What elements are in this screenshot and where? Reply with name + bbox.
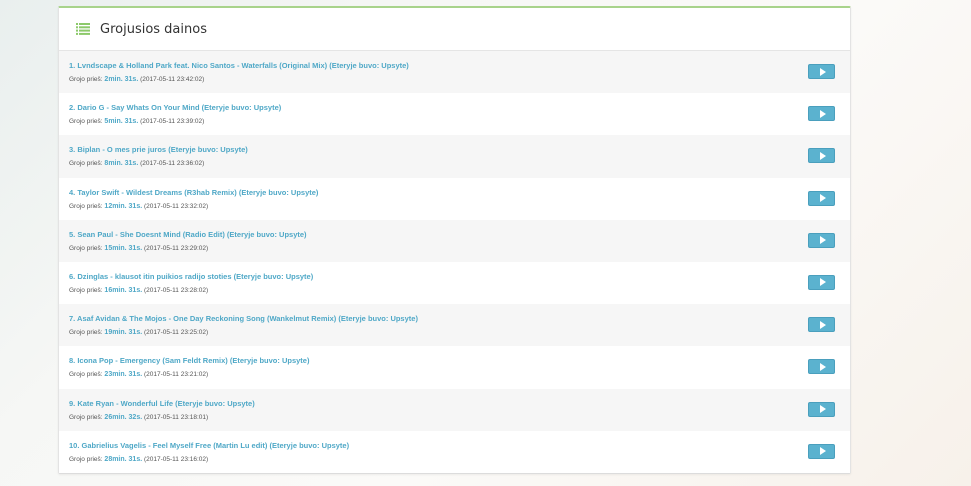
song-title-link[interactable]: 4. Taylor Swift - Wildest Dreams (R3hab …	[69, 188, 318, 197]
songs-list: 1. Lvndscape & Holland Park feat. Nico S…	[59, 51, 850, 473]
played-timestamp: (2017-05-11 23:16:02)	[143, 455, 209, 463]
song-row: 2. Dario G - Say Whats On Your Mind (Ete…	[59, 93, 850, 136]
played-timestamp: (2017-05-11 23:36:02)	[140, 160, 205, 168]
played-before-label: Grojo prieš:	[69, 76, 103, 83]
play-button[interactable]	[808, 64, 835, 79]
song-title-link[interactable]: 10. Gabrielius Vagelis - Feel Myself Fre…	[69, 441, 349, 450]
play-icon	[819, 67, 826, 76]
play-icon	[819, 278, 826, 287]
played-before-label: Grojo prieš:	[69, 371, 103, 379]
played-timestamp: (2017-05-11 23:32:02)	[143, 202, 209, 210]
played-before-label: Grojo prieš:	[69, 244, 103, 252]
song-title-link[interactable]: 3. Biplan - O mes prie juros (Eteryje bu…	[69, 145, 248, 154]
played-timestamp: (2017-05-11 23:42:02)	[140, 76, 205, 83]
played-before-label: Grojo prieš:	[69, 118, 103, 126]
song-row: 5. Sean Paul - She Doesnt Mind (Radio Ed…	[59, 219, 850, 262]
song-row: 6. Dzinglas - klausot itin puikios radij…	[59, 261, 850, 305]
play-button[interactable]	[808, 148, 835, 164]
play-button[interactable]	[808, 359, 835, 375]
played-timestamp: (2017-05-11 23:18:01)	[143, 413, 209, 421]
played-ago: 19min. 31s.	[104, 329, 143, 337]
play-button[interactable]	[808, 317, 835, 333]
song-meta: Grojo prieš: 8min. 31s. (2017-05-11 23:3…	[69, 160, 204, 167]
played-songs-panel: Grojusios dainos 1. Lvndscape & Holland …	[58, 6, 851, 474]
played-ago: 12min. 31s.	[104, 202, 143, 210]
played-timestamp: (2017-05-11 23:21:02)	[143, 371, 209, 379]
song-meta: Grojo prieš: 5min. 31s. (2017-05-11 23:3…	[69, 118, 204, 125]
song-row: 3. Biplan - O mes prie juros (Eteryje bu…	[59, 135, 850, 178]
played-before-label: Grojo prieš:	[69, 202, 103, 210]
song-row: 1. Lvndscape & Holland Park feat. Nico S…	[59, 51, 850, 94]
play-button[interactable]	[808, 443, 835, 459]
played-ago: 26min. 32s.	[104, 413, 143, 421]
song-title-link[interactable]: 7. Asaf Avidan & The Mojos - One Day Rec…	[69, 314, 418, 323]
song-meta: Grojo prieš: 19min. 31s. (2017-05-11 23:…	[69, 329, 208, 336]
played-before-label: Grojo prieš:	[69, 413, 103, 421]
song-title-link[interactable]: 2. Dario G - Say Whats On Your Mind (Ete…	[69, 103, 281, 112]
play-button[interactable]	[808, 190, 835, 206]
play-button[interactable]	[808, 106, 835, 122]
played-timestamp: (2017-05-11 23:25:02)	[143, 329, 209, 337]
play-button[interactable]	[808, 274, 835, 290]
panel-title: Grojusios dainos	[100, 21, 207, 37]
play-icon	[819, 362, 826, 371]
play-icon	[819, 320, 826, 329]
panel-header: Grojusios dainos	[59, 8, 850, 51]
song-row: 9. Kate Ryan - Wonderful Life (Eteryje b…	[59, 388, 850, 431]
played-ago: 16min. 31s.	[104, 286, 143, 294]
played-before-label: Grojo prieš:	[69, 286, 103, 294]
song-row: 7. Asaf Avidan & The Mojos - One Day Rec…	[59, 304, 850, 347]
played-timestamp: (2017-05-11 23:39:02)	[140, 118, 205, 126]
played-before-label: Grojo prieš:	[69, 329, 103, 337]
played-timestamp: (2017-05-11 23:29:02)	[143, 244, 209, 252]
played-ago: 23min. 31s.	[104, 371, 143, 379]
song-row: 10. Gabrielius Vagelis - Feel Myself Fre…	[59, 430, 850, 473]
play-icon	[819, 194, 826, 203]
song-meta: Grojo prieš: 26min. 32s. (2017-05-11 23:…	[69, 414, 208, 421]
played-before-label: Grojo prieš:	[69, 160, 103, 168]
played-ago: 28min. 31s.	[104, 455, 143, 463]
played-ago: 5min. 31s.	[104, 118, 139, 126]
played-before-label: Grojo prieš:	[69, 455, 103, 463]
song-title-link[interactable]: 9. Kate Ryan - Wonderful Life (Eteryje b…	[69, 399, 255, 408]
song-meta: Grojo prieš: 23min. 31s. (2017-05-11 23:…	[69, 371, 208, 378]
play-button[interactable]	[808, 401, 835, 417]
play-icon	[819, 109, 826, 118]
played-ago: 2min. 31s.	[104, 76, 139, 83]
song-row: 4. Taylor Swift - Wildest Dreams (R3hab …	[59, 177, 850, 220]
song-meta: Grojo prieš: 15min. 31s. (2017-05-11 23:…	[69, 245, 208, 252]
song-row: 8. Icona Pop - Emergency (Sam Feldt Remi…	[59, 346, 850, 389]
song-title-link[interactable]: 6. Dzinglas - klausot itin puikios radij…	[69, 272, 313, 281]
play-icon	[819, 236, 826, 245]
play-icon	[819, 447, 826, 456]
play-button[interactable]	[808, 232, 835, 248]
played-ago: 15min. 31s.	[104, 244, 143, 252]
song-meta: Grojo prieš: 12min. 31s. (2017-05-11 23:…	[69, 203, 208, 210]
play-icon	[819, 151, 826, 160]
song-title-link[interactable]: 5. Sean Paul - She Doesnt Mind (Radio Ed…	[69, 230, 307, 239]
song-meta: Grojo prieš: 28min. 31s. (2017-05-11 23:…	[69, 456, 208, 463]
played-ago: 8min. 31s.	[104, 160, 139, 168]
played-timestamp: (2017-05-11 23:28:02)	[143, 286, 209, 294]
song-meta: Grojo prieš: 2min. 31s. (2017-05-11 23:4…	[69, 76, 204, 83]
song-meta: Grojo prieš: 16min. 31s. (2017-05-11 23:…	[69, 287, 208, 294]
list-icon	[76, 23, 90, 35]
play-icon	[819, 405, 826, 413]
song-title-link[interactable]: 8. Icona Pop - Emergency (Sam Feldt Remi…	[69, 356, 309, 365]
song-title-link[interactable]: 1. Lvndscape & Holland Park feat. Nico S…	[69, 61, 409, 70]
